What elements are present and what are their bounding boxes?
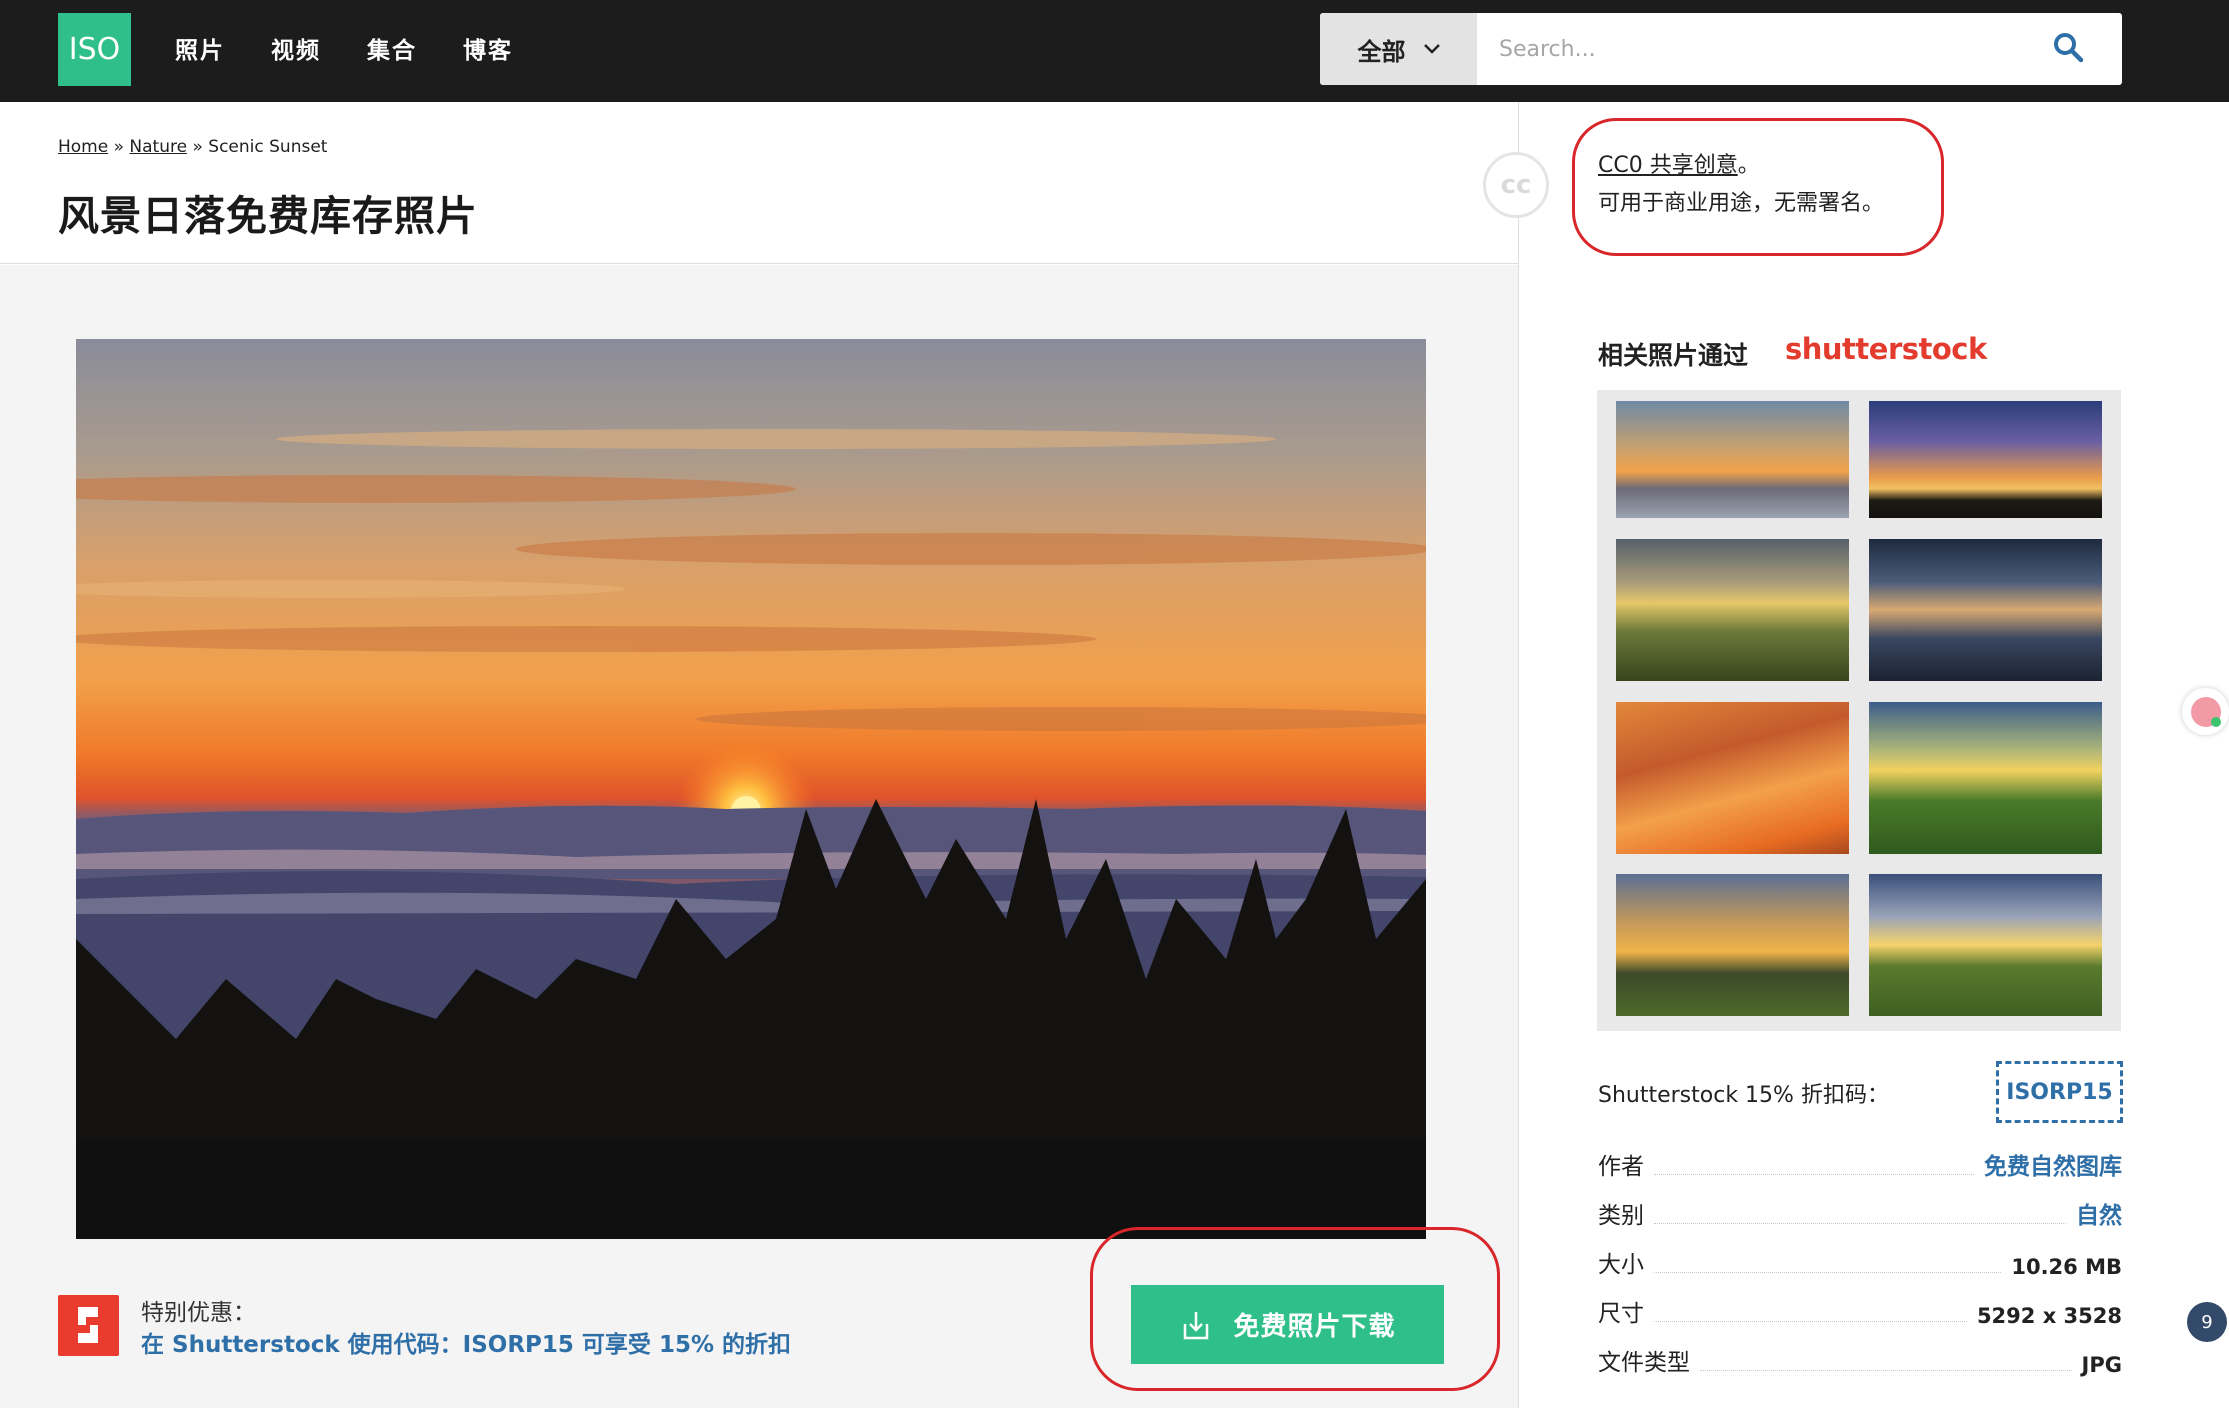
coupon-code[interactable]: ISORP15 — [1996, 1061, 2123, 1123]
search-input[interactable] — [1477, 13, 2057, 85]
search-icon[interactable] — [2052, 31, 2086, 65]
page-header: Home » Nature » Scenic Sunset 风景日落免费库存照片 — [0, 102, 1518, 264]
related-photo-thumb[interactable] — [1869, 539, 2102, 681]
related-photos-grid — [1597, 390, 2121, 1031]
meta-leader — [1654, 1223, 2066, 1224]
shutterstock-logo-icon[interactable] — [58, 1295, 119, 1356]
license-link[interactable]: CC0 共享创意 — [1598, 153, 1738, 178]
notification-count-badge[interactable]: 9 — [2187, 1302, 2227, 1342]
cc-license-icon: cc — [1483, 152, 1549, 218]
meta-value-filetype: JPG — [2081, 1353, 2122, 1377]
related-photo-thumb[interactable] — [1616, 401, 1849, 518]
related-photo-thumb[interactable] — [1616, 539, 1849, 681]
related-photos-title: 相关照片通过 — [1598, 341, 1749, 370]
meta-key: 尺寸 — [1598, 1301, 1644, 1327]
top-navbar: ISO 照片 视频 集合 博客 全部 — [0, 0, 2229, 102]
search-scope-label: 全部 — [1357, 37, 1406, 66]
breadcrumb-nature[interactable]: Nature — [129, 137, 187, 157]
main-content: 特别优惠： 在 Shutterstock 使用代码：ISORP15 可享受 15… — [0, 265, 1518, 1408]
related-photo-thumb[interactable] — [1869, 401, 2102, 518]
meta-row-filetype: 文件类型 JPG — [1598, 1341, 2122, 1377]
meta-key: 作者 — [1598, 1154, 1644, 1180]
meta-value-dimensions: 5292 x 3528 — [1976, 1304, 2122, 1328]
download-label: 免费照片下载 — [1233, 1311, 1396, 1341]
meta-row-author: 作者 免费自然图库 — [1598, 1145, 2122, 1181]
related-photo-thumb[interactable] — [1869, 874, 2102, 1016]
meta-value-category[interactable]: 自然 — [2076, 1196, 2122, 1230]
page-title: 风景日落免费库存照片 — [58, 192, 478, 240]
breadcrumb-home[interactable]: Home — [58, 137, 108, 157]
main-photo — [76, 339, 1426, 1239]
breadcrumb: Home » Nature » Scenic Sunset — [58, 137, 327, 157]
meta-row-category: 类别 自然 — [1598, 1194, 2122, 1230]
related-photo-thumb[interactable] — [1616, 874, 1849, 1016]
download-button[interactable]: 免费照片下载 — [1131, 1285, 1444, 1364]
search-scope-dropdown[interactable]: 全部 — [1320, 13, 1477, 85]
translate-extension-icon[interactable] — [2182, 688, 2229, 735]
shutterstock-logo[interactable]: shutterstock — [1785, 332, 1987, 366]
breadcrumb-separator: » — [108, 137, 130, 157]
meta-key: 类别 — [1598, 1203, 1644, 1229]
promo-link[interactable]: 在 Shutterstock 使用代码：ISORP15 可享受 15% 的折扣 — [141, 1325, 791, 1359]
meta-row-dimensions: 尺寸 5292 x 3528 — [1598, 1292, 2122, 1328]
breadcrumb-separator: » — [187, 137, 209, 157]
license-note: 可用于商业用途，无需署名。 — [1598, 191, 1885, 216]
nav-item-blog[interactable]: 博客 — [463, 31, 513, 65]
nav-item-photos[interactable]: 照片 — [175, 31, 225, 65]
meta-leader — [1654, 1272, 2002, 1273]
related-photo-thumb[interactable] — [1869, 702, 2102, 854]
meta-row-size: 大小 10.26 MB — [1598, 1243, 2122, 1279]
meta-key: 文件类型 — [1598, 1350, 1690, 1376]
meta-leader — [1654, 1321, 1967, 1322]
meta-leader — [1654, 1174, 1974, 1175]
breadcrumb-current: Scenic Sunset — [208, 137, 328, 157]
related-photo-thumb[interactable] — [1616, 702, 1849, 854]
download-icon — [1184, 1311, 1209, 1339]
license-info: CC0 共享创意。 — [1598, 147, 1760, 179]
main-nav: 照片 视频 集合 博客 — [175, 31, 513, 65]
chevron-down-icon — [1423, 44, 1440, 54]
meta-value-author[interactable]: 免费自然图库 — [1984, 1147, 2122, 1181]
nav-item-collections[interactable]: 集合 — [367, 31, 417, 65]
meta-value-size: 10.26 MB — [2011, 1255, 2122, 1279]
meta-leader — [1700, 1370, 2072, 1371]
nav-item-videos[interactable]: 视频 — [271, 31, 321, 65]
site-logo[interactable]: ISO — [58, 13, 131, 86]
license-suffix: 。 — [1737, 153, 1760, 178]
coupon-label: Shutterstock 15% 折扣码： — [1598, 1083, 1889, 1108]
promo-title: 特别优惠： — [141, 1300, 256, 1326]
meta-key: 大小 — [1598, 1252, 1644, 1278]
search-bar: 全部 — [1320, 13, 2122, 85]
